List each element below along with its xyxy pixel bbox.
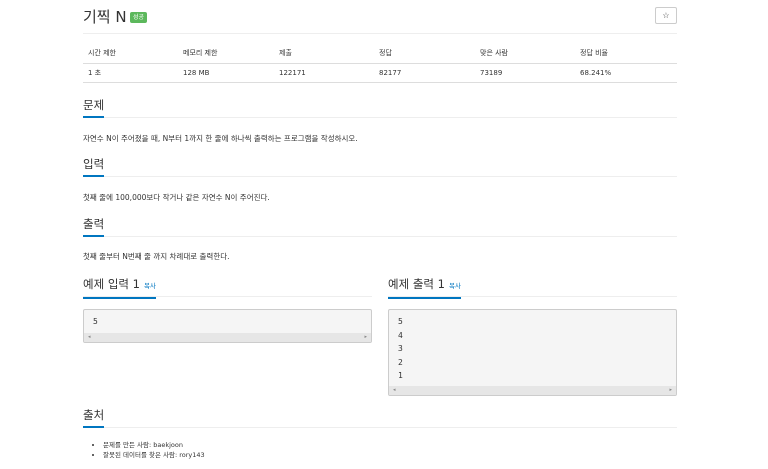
star-icon: ☆ bbox=[662, 11, 670, 20]
input-heading: 입력 bbox=[83, 156, 105, 177]
table-cell: 68.241% bbox=[575, 63, 677, 83]
output-heading: 출력 bbox=[83, 216, 105, 237]
source-list: 문제를 만든 사람: baekjoon 잘못된 데이터를 찾은 사람: rory… bbox=[103, 440, 205, 460]
table-header-cell: 제출 bbox=[274, 44, 374, 64]
copy-sample-output-link[interactable]: 복사 bbox=[449, 282, 461, 290]
table-cell: 73189 bbox=[475, 63, 575, 83]
section-divider bbox=[83, 236, 677, 237]
scroll-left-icon[interactable]: ◂ bbox=[393, 386, 396, 395]
table-cell: 128 MB bbox=[178, 63, 274, 83]
sample-output-heading: 예제 출력 1 복사 bbox=[388, 276, 461, 299]
sample-input-heading: 예제 입력 1 복사 bbox=[83, 276, 156, 299]
table-header-cell: 정답 bbox=[374, 44, 475, 64]
horizontal-scrollbar[interactable]: ◂ ▸ bbox=[84, 333, 371, 342]
sample-input-box: 5 ◂ ▸ bbox=[83, 309, 372, 343]
star-button[interactable]: ☆ bbox=[655, 7, 677, 24]
section-divider bbox=[83, 117, 677, 118]
output-text: 첫째 줄부터 N번째 줄 까지 차례대로 출력한다. bbox=[83, 252, 230, 261]
copy-sample-input-link[interactable]: 복사 bbox=[144, 282, 156, 290]
scroll-left-icon[interactable]: ◂ bbox=[88, 333, 91, 342]
list-item: 문제를 만든 사람: baekjoon bbox=[103, 440, 205, 450]
description-text: 자연수 N이 주어졌을 때, N부터 1까지 한 줄에 하나씩 출력하는 프로그… bbox=[83, 134, 358, 143]
table-header-row: 시간 제한 메모리 제한 제출 정답 맞은 사람 정답 비율 bbox=[83, 44, 677, 64]
table-cell: 82177 bbox=[374, 63, 475, 83]
table-header-cell: 메모리 제한 bbox=[178, 44, 274, 64]
table-cell: 1 초 bbox=[83, 63, 178, 83]
table-header-cell: 시간 제한 bbox=[83, 44, 178, 64]
sample-output-content: 5 4 3 2 1 bbox=[398, 317, 403, 380]
section-divider bbox=[83, 427, 677, 428]
status-badge: 성공 bbox=[130, 12, 148, 23]
scroll-right-icon[interactable]: ▸ bbox=[364, 333, 367, 342]
table-row: 1 초 128 MB 122171 82177 73189 68.241% bbox=[83, 63, 677, 83]
table-header-cell: 맞은 사람 bbox=[475, 44, 575, 64]
page-title: 기찍 N bbox=[83, 8, 127, 26]
problem-header: 기찍 N 성공 ☆ bbox=[83, 7, 677, 29]
input-text: 첫째 줄에 100,000보다 작거나 같은 자연수 N이 주어진다. bbox=[83, 193, 270, 202]
sample-output-box: 5 4 3 2 1 ◂ ▸ bbox=[388, 309, 677, 396]
sample-input-content: 5 bbox=[93, 317, 98, 326]
description-heading: 문제 bbox=[83, 97, 105, 118]
problem-info-table: 시간 제한 메모리 제한 제출 정답 맞은 사람 정답 비율 1 초 128 M… bbox=[83, 44, 677, 83]
table-cell: 122171 bbox=[274, 63, 374, 83]
scroll-right-icon[interactable]: ▸ bbox=[669, 386, 672, 395]
list-item: 잘못된 데이터를 찾은 사람: rory143 bbox=[103, 450, 205, 460]
header-divider bbox=[83, 33, 677, 34]
source-heading: 출처 bbox=[83, 407, 105, 428]
table-header-cell: 정답 비율 bbox=[575, 44, 677, 64]
section-divider bbox=[83, 176, 677, 177]
horizontal-scrollbar[interactable]: ◂ ▸ bbox=[389, 386, 676, 395]
